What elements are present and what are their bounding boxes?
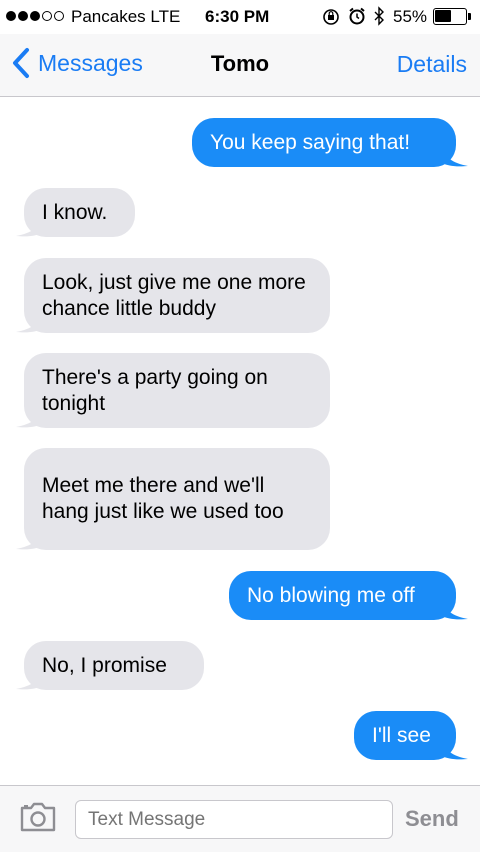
message-text: You keep saying that! — [210, 130, 411, 154]
signal-dot — [30, 11, 40, 21]
message-text: Look, just give me one more chance littl… — [42, 270, 306, 320]
incoming-message[interactable]: There's a party going on tonight — [16, 353, 330, 428]
battery-level-fill — [435, 10, 451, 22]
outgoing-message[interactable]: You keep saying that! — [192, 118, 468, 167]
signal-dot — [54, 11, 64, 21]
camera-icon — [20, 802, 56, 832]
message-text: I know. — [42, 200, 108, 224]
incoming-message[interactable]: Look, just give me one more chance littl… — [16, 258, 330, 333]
message-text: No blowing me off — [247, 583, 415, 607]
carrier-label: Pancakes LTE — [71, 7, 181, 26]
message-composer: Send — [0, 785, 480, 852]
battery-icon — [433, 8, 467, 25]
contact-name: Tomo — [210, 51, 270, 76]
navigation-bar: Messages Tomo Details — [0, 34, 480, 97]
send-button[interactable]: Send — [405, 806, 459, 832]
message-bubble: You keep saying that! — [192, 118, 456, 167]
signal-dot — [6, 11, 16, 21]
message-text: Meet me there and we'll hang just like w… — [42, 474, 284, 523]
status-time: 6:30 PM — [205, 7, 270, 26]
incoming-message[interactable]: I know. — [16, 188, 135, 237]
message-bubble: Look, just give me one more chance littl… — [24, 258, 330, 333]
message-text: I'll see — [372, 723, 431, 747]
message-text: There's a party going on tonight — [42, 365, 268, 415]
message-thread[interactable]: You keep saying that! I know. Look, just… — [0, 97, 480, 785]
rotation-lock-icon — [322, 5, 340, 31]
signal-dot — [18, 11, 28, 21]
message-bubble: No, I promise — [24, 641, 204, 690]
message-bubble: There's a party going on tonight — [24, 353, 330, 428]
outgoing-message[interactable]: I'll see — [354, 711, 468, 760]
message-text: No, I promise — [42, 653, 167, 677]
battery-tip — [468, 13, 471, 20]
incoming-message[interactable]: Meet me there and we'll hang just like w… — [16, 448, 330, 550]
incoming-message[interactable]: No, I promise — [16, 641, 204, 690]
message-bubble: No blowing me off — [229, 571, 456, 620]
signal-dot — [42, 11, 52, 21]
bluetooth-icon — [372, 5, 386, 31]
battery-percent: 55% — [393, 7, 428, 26]
message-input[interactable] — [75, 800, 393, 839]
message-bubble: I know. — [24, 188, 135, 237]
signal-strength-icon — [6, 11, 64, 21]
camera-button[interactable] — [19, 802, 57, 832]
details-button[interactable]: Details — [397, 51, 467, 78]
message-bubble: Meet me there and we'll hang just like w… — [24, 448, 330, 550]
message-bubble: I'll see — [354, 711, 456, 760]
alarm-icon — [348, 5, 366, 31]
status-bar: Pancakes LTE 6:30 PM 55% — [0, 0, 480, 34]
outgoing-message[interactable]: No blowing me off — [229, 571, 468, 620]
